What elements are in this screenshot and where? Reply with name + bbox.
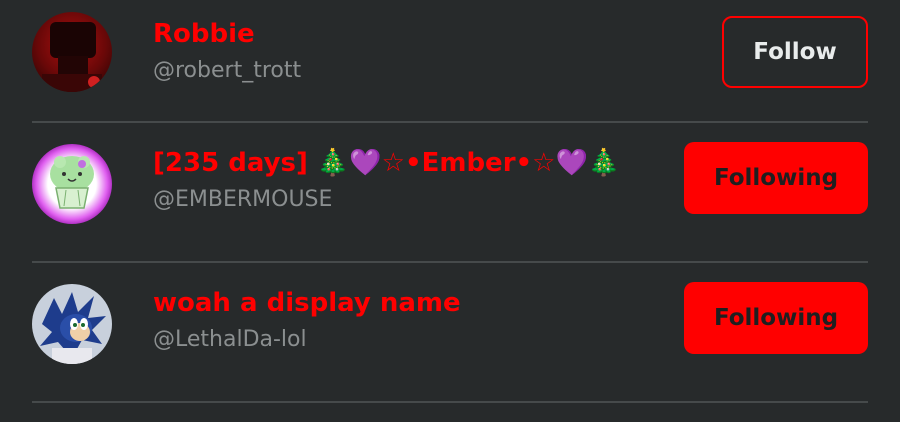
dark-red-silhouette-avatar-icon bbox=[32, 12, 112, 92]
user-list: Robbie @robert_trott Follow [235 days] 🎄… bbox=[32, 0, 868, 403]
avatar[interactable] bbox=[32, 12, 112, 92]
user-row: woah a display name @LethalDa-lol Follow… bbox=[32, 263, 868, 403]
user-row: Robbie @robert_trott Follow bbox=[32, 0, 868, 123]
blue-hedgehog-avatar-icon bbox=[32, 284, 112, 364]
user-info: [235 days] 🎄💜☆•Ember•☆💜🎄 @EMBERMOUSE bbox=[153, 146, 648, 220]
avatar[interactable] bbox=[32, 284, 112, 364]
display-name[interactable]: woah a display name bbox=[153, 286, 648, 320]
user-handle: @LethalDa-lol bbox=[153, 327, 307, 352]
green-cupcake-cat-avatar-icon bbox=[32, 144, 112, 224]
avatar[interactable] bbox=[32, 144, 112, 224]
display-name[interactable]: [235 days] 🎄💜☆•Ember•☆💜🎄 bbox=[153, 146, 648, 180]
follow-button[interactable]: Follow bbox=[722, 16, 868, 88]
user-handle: @EMBERMOUSE bbox=[153, 187, 333, 212]
user-handle: @robert_trott bbox=[153, 58, 302, 83]
display-name[interactable]: Robbie bbox=[153, 17, 648, 51]
user-row: [235 days] 🎄💜☆•Ember•☆💜🎄 @EMBERMOUSE Fol… bbox=[32, 123, 868, 263]
following-button[interactable]: Following bbox=[684, 282, 868, 354]
user-info: woah a display name @LethalDa-lol bbox=[153, 286, 648, 360]
following-button[interactable]: Following bbox=[684, 142, 868, 214]
user-info: Robbie @robert_trott bbox=[153, 17, 648, 91]
